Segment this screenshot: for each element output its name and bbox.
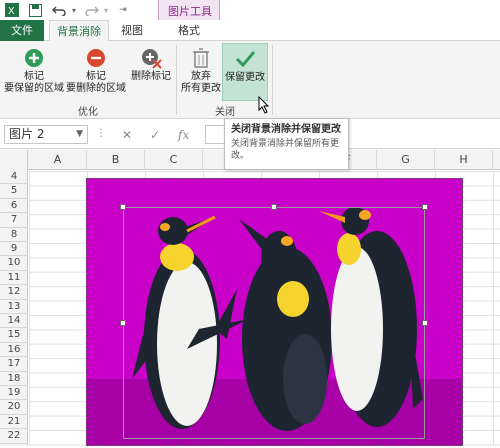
row-headers: 4 5 6 7 8 9 10 11 12 13 14 15 16 17 18 19 20 21 22: [0, 170, 28, 446]
row-header-21[interactable]: 21: [0, 415, 28, 430]
delete-mark-icon: [140, 47, 162, 69]
undo-dropdown-icon[interactable]: ▾: [69, 2, 79, 18]
name-box-value: 图片 2: [9, 127, 45, 141]
customize-toolbar-icon[interactable]: ⇥: [118, 2, 128, 18]
column-header-a[interactable]: A: [29, 150, 87, 170]
picture-tools-label: 图片工具: [168, 5, 212, 18]
resize-handle[interactable]: [422, 204, 428, 210]
select-all-corner[interactable]: [0, 150, 28, 170]
mark-remove-button[interactable]: 标记 要删除的区域: [64, 47, 128, 95]
mark-keep-line1: 标记: [24, 71, 44, 82]
row-header-13[interactable]: 13: [0, 300, 28, 314]
row-header-11[interactable]: 11: [0, 271, 28, 286]
cancel-icon[interactable]: ✕: [122, 128, 132, 142]
enter-icon[interactable]: ✓: [150, 128, 160, 142]
ribbon-tabs: 文件 背景消除 视图 格式: [0, 20, 500, 42]
resize-handle[interactable]: [120, 320, 126, 326]
save-icon[interactable]: [27, 2, 43, 18]
title-bar: X ▾ ▾ ⇥: [0, 0, 500, 20]
delete-mark-button[interactable]: 删除标记: [128, 47, 174, 83]
delete-mark-label: 删除标记: [131, 71, 171, 82]
column-header-h[interactable]: H: [435, 150, 493, 170]
row-header-19[interactable]: 19: [0, 386, 28, 401]
resize-handle[interactable]: [120, 204, 126, 210]
mark-keep-button[interactable]: 标记 要保留的区域: [2, 47, 66, 95]
mark-remove-line2: 要删除的区域: [66, 83, 126, 94]
row-header-9[interactable]: 9: [0, 242, 28, 257]
row-header-22[interactable]: 22: [0, 429, 28, 444]
row-header-20[interactable]: 20: [0, 400, 28, 415]
row-header-10[interactable]: 10: [0, 256, 28, 271]
discard-all-line1: 放弃: [191, 71, 211, 82]
formula-bar-grip-icon: ⋮: [96, 128, 106, 139]
ribbon: 标记 要保留的区域 标记 要删除的区域 删除标记 优化 放弃 所有更改 保留更改…: [0, 41, 500, 119]
row-header-4[interactable]: 4: [0, 170, 28, 185]
excel-app-icon: X: [3, 2, 21, 18]
mouse-cursor-icon: [258, 95, 270, 117]
row-header-8[interactable]: 8: [0, 228, 28, 242]
row-header-16[interactable]: 16: [0, 343, 28, 358]
trash-icon: [190, 47, 212, 69]
tab-view[interactable]: 视图: [112, 20, 152, 41]
column-header-b[interactable]: B: [87, 150, 145, 170]
tab-file[interactable]: 文件: [0, 20, 44, 41]
keep-changes-tooltip: 关闭背景消除并保留更改 关闭背景消除并保留所有更改。: [224, 118, 349, 170]
checkmark-icon: [234, 48, 256, 70]
redo-icon[interactable]: [84, 2, 100, 18]
plus-circle-icon: [23, 47, 45, 69]
row-header-6[interactable]: 6: [0, 199, 28, 214]
row-header-17[interactable]: 17: [0, 357, 28, 372]
discard-all-button[interactable]: 放弃 所有更改: [180, 47, 222, 95]
penguin-picture[interactable]: [86, 178, 463, 446]
name-box[interactable]: 图片 2 ▼: [4, 125, 88, 144]
formula-input[interactable]: [205, 125, 225, 144]
chevron-down-icon[interactable]: ▼: [76, 126, 83, 143]
group-separator: [176, 45, 177, 115]
row-header-15[interactable]: 15: [0, 328, 28, 343]
keep-changes-button[interactable]: 保留更改: [222, 43, 268, 101]
redo-dropdown-icon[interactable]: ▾: [101, 2, 111, 18]
row-header-14[interactable]: 14: [0, 314, 28, 329]
column-header-c[interactable]: C: [145, 150, 203, 170]
row-header-18[interactable]: 18: [0, 372, 28, 386]
resize-handle[interactable]: [422, 320, 428, 326]
insert-function-icon[interactable]: fx: [178, 128, 189, 142]
column-header-g[interactable]: G: [377, 150, 435, 170]
group-optimize-label: 优化: [78, 107, 98, 118]
tooltip-body: 关闭背景消除并保留所有更改。: [231, 139, 340, 161]
group-close-label: 关闭: [215, 107, 235, 118]
selection-box[interactable]: [123, 207, 425, 439]
tab-format[interactable]: 格式: [158, 20, 220, 41]
mark-remove-line1: 标记: [86, 71, 106, 82]
row-header-5[interactable]: 5: [0, 184, 28, 199]
row-header-7[interactable]: 7: [0, 213, 28, 228]
undo-icon[interactable]: [51, 2, 67, 18]
tab-background-removal[interactable]: 背景消除: [49, 20, 109, 42]
row-header-12[interactable]: 12: [0, 285, 28, 300]
minus-circle-icon: [85, 47, 107, 69]
tooltip-title: 关闭背景消除并保留更改: [231, 124, 341, 135]
resize-handle[interactable]: [271, 204, 277, 210]
discard-all-line2: 所有更改: [181, 83, 221, 94]
group-separator: [272, 45, 273, 115]
keep-changes-label: 保留更改: [225, 72, 265, 83]
mark-keep-line2: 要保留的区域: [4, 83, 64, 94]
svg-text:X: X: [8, 6, 15, 17]
